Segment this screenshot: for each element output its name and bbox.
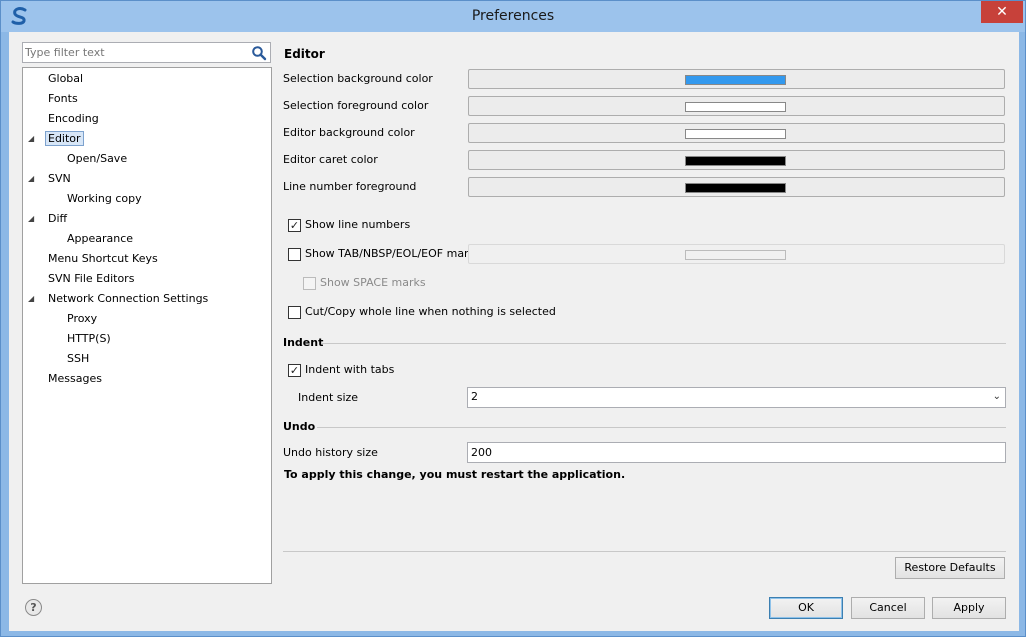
tree-item[interactable]: ◢ Network Connection Settings (28, 290, 209, 308)
color-picker-button[interactable] (468, 150, 1005, 170)
title-bar: Preferences ✕ (1, 1, 1025, 32)
bottom-separator (283, 551, 1006, 552)
tree-item[interactable]: Menu Shortcut Keys (30, 250, 158, 268)
tree-item[interactable]: Messages (30, 370, 102, 388)
filter-field[interactable] (22, 42, 271, 63)
tree-item[interactable]: Working copy (49, 190, 142, 208)
expand-arrow-icon[interactable]: ◢ (28, 290, 38, 308)
preferences-tree[interactable]: Global Fonts Encoding ◢ Editor Open/Save ◢ SVN W… (22, 67, 272, 584)
tree-item-label: SVN File Editors (48, 272, 135, 285)
restore-defaults-button[interactable]: Restore Defaults (895, 557, 1005, 579)
close-button[interactable]: ✕ (981, 1, 1023, 23)
tree-item-label: Global (48, 72, 84, 85)
color-swatch (685, 102, 786, 112)
tree-item-label: HTTP(S) (67, 332, 111, 345)
color-picker-button[interactable] (468, 177, 1005, 197)
undo-section-title: Undo (283, 420, 316, 433)
color-setting-label: Editor background color (283, 126, 415, 139)
tree-item-label: Editor (45, 131, 84, 146)
color-swatch (685, 156, 786, 166)
tree-item[interactable]: ◢ Diff (28, 210, 68, 228)
search-icon[interactable] (251, 45, 267, 61)
undo-separator (317, 427, 1006, 428)
tree-item-label: Working copy (67, 192, 142, 205)
tree-item-label: SSH (67, 352, 90, 365)
color-swatch (685, 183, 786, 193)
indent-size-label: Indent size (298, 391, 359, 404)
checkbox-box[interactable]: ✓ (288, 364, 301, 377)
tree-item-label: Diff (48, 212, 68, 225)
tree-item-label: Encoding (48, 112, 99, 125)
tree-item[interactable]: HTTP(S) (49, 330, 111, 348)
tree-item[interactable]: SVN File Editors (30, 270, 134, 288)
tree-item[interactable]: ◢ Editor (28, 130, 84, 148)
marks-color-swatch (685, 250, 786, 260)
restart-notice: To apply this change, you must restart t… (284, 468, 626, 481)
tree-item-label: Menu Shortcut Keys (48, 252, 158, 265)
color-swatch (685, 75, 786, 85)
tree-item[interactable]: Appearance (49, 230, 133, 248)
tree-item-label: Network Connection Settings (48, 292, 209, 305)
marks-color-button (468, 244, 1005, 264)
tree-item-label: SVN (48, 172, 71, 185)
color-setting-label: Selection background color (283, 72, 433, 85)
indent-size-value: 2 (471, 390, 478, 403)
chevron-down-icon[interactable]: ⌄ (993, 391, 1001, 402)
color-picker-button[interactable] (468, 123, 1005, 143)
editor-section-title: Editor (284, 47, 325, 61)
tree-item-label: Messages (48, 372, 102, 385)
color-setting-label: Line number foreground (283, 180, 417, 193)
tree-item[interactable]: Encoding (30, 110, 99, 128)
checkbox-box (303, 277, 316, 290)
tree-item[interactable]: SSH (49, 350, 89, 368)
cancel-button[interactable]: Cancel (851, 597, 925, 619)
color-picker-button[interactable] (468, 96, 1005, 116)
checkbox-box[interactable] (288, 306, 301, 319)
dialog-body: Global Fonts Encoding ◢ Editor Open/Save ◢ SVN W… (9, 32, 1019, 631)
undo-history-input[interactable] (467, 442, 1006, 463)
color-setting-label: Selection foreground color (283, 99, 429, 112)
help-icon[interactable]: ? (25, 599, 42, 616)
expand-arrow-icon[interactable]: ◢ (28, 210, 38, 228)
tree-item[interactable]: Proxy (49, 310, 97, 328)
tree-item-label: Fonts (48, 92, 78, 105)
undo-history-label: Undo history size (283, 446, 378, 459)
tree-item[interactable]: ◢ SVN (28, 170, 71, 188)
tree-item-label: Appearance (67, 232, 134, 245)
indent-size-select[interactable]: 2 ⌄ (467, 387, 1006, 408)
tree-item[interactable]: Open/Save (49, 150, 127, 168)
tree-item[interactable]: Global (30, 70, 83, 88)
checkbox-box[interactable]: ✓ (288, 219, 301, 232)
tree-item-label: Proxy (67, 312, 98, 325)
expand-arrow-icon[interactable]: ◢ (28, 130, 38, 148)
window-title: Preferences (471, 8, 555, 24)
checkbox-box[interactable] (288, 248, 301, 261)
preferences-window: Preferences ✕ Global Fonts Encoding ◢ Editor… (0, 0, 1026, 637)
indent-separator (322, 343, 1006, 344)
tree-item[interactable]: Fonts (30, 90, 78, 108)
filter-input[interactable] (25, 45, 245, 60)
color-swatch (685, 129, 786, 139)
indent-section-title: Indent (283, 336, 324, 349)
apply-button[interactable]: Apply (932, 597, 1006, 619)
color-picker-button[interactable] (468, 69, 1005, 89)
ok-button[interactable]: OK (769, 597, 843, 619)
expand-arrow-icon[interactable]: ◢ (28, 170, 38, 188)
tree-item-label: Open/Save (67, 152, 128, 165)
color-setting-label: Editor caret color (283, 153, 378, 166)
